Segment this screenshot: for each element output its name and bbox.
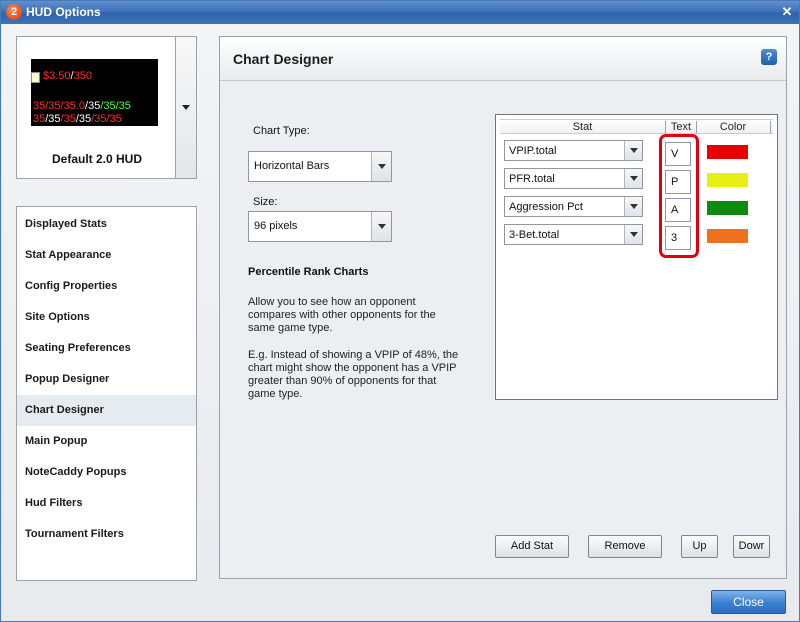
chart-stats-grid: Stat Text Color VPIP.total V PFR.total P (495, 114, 778, 400)
column-divider (770, 121, 771, 133)
sidebar-item-config-properties[interactable]: Config Properties (17, 271, 196, 302)
text-column-highlight (659, 134, 699, 258)
size-label: Size: (253, 196, 278, 208)
sidebar-item-seating-preferences[interactable]: Seating Preferences (17, 333, 196, 364)
page-title: Chart Designer (233, 51, 334, 67)
up-button[interactable]: Up (681, 535, 718, 558)
chart-designer-panel: Chart Designer ? Chart Type: Horizontal … (219, 36, 787, 579)
size-value: 96 pixels (254, 220, 298, 232)
sidebar-item-hud-filters[interactable]: Hud Filters (17, 488, 196, 519)
color-swatch-row-1[interactable] (707, 145, 748, 159)
hud-preview-line-1: $3.50/350 (43, 70, 92, 82)
column-header-text: Text (670, 121, 692, 133)
close-button[interactable]: Close (711, 590, 786, 614)
close-window-icon[interactable]: ✕ (779, 4, 795, 20)
chevron-down-icon (378, 164, 386, 169)
chart-type-value: Horizontal Bars (254, 160, 330, 172)
chevron-down-icon (630, 204, 638, 209)
panel-header: Chart Designer ? (220, 37, 786, 81)
hud-options-window: 2 HUD Options ✕ $3.50/350 35/35/35.0/35/… (0, 0, 800, 622)
column-header-stat: Stat (572, 121, 593, 133)
color-swatch-row-3[interactable] (707, 201, 748, 215)
window-title: HUD Options (26, 5, 101, 19)
sidebar-item-site-options[interactable]: Site Options (17, 302, 196, 333)
stat-dropdown-button[interactable] (624, 169, 642, 188)
sidebar-item-displayed-stats[interactable]: Displayed Stats (17, 209, 196, 240)
sidebar-item-notecaddy-popups[interactable]: NoteCaddy Popups (17, 457, 196, 488)
column-header-color: Color (719, 121, 747, 133)
chevron-down-icon (630, 232, 638, 237)
chevron-down-icon (630, 176, 638, 181)
hud-selector[interactable]: $3.50/350 35/35/35.0/35/35/35 35/35/35/3… (16, 36, 176, 179)
stat-select-row-4[interactable]: 3-Bet.total (504, 224, 643, 245)
chart-type-select[interactable]: Horizontal Bars (248, 151, 392, 182)
stat-dropdown-button[interactable] (624, 197, 642, 216)
color-swatch-row-4[interactable] (707, 229, 748, 243)
stat-dropdown-button[interactable] (624, 141, 642, 160)
chevron-down-icon (182, 105, 190, 110)
hud-preview-header (31, 50, 158, 59)
stat-select-row-3[interactable]: Aggression Pct (504, 196, 643, 217)
hud-preview-line-3: 35/35/35/35/35/35 (33, 113, 122, 125)
sidebar-item-popup-designer[interactable]: Popup Designer (17, 364, 196, 395)
sidebar-item-stat-appearance[interactable]: Stat Appearance (17, 240, 196, 271)
stat-value: PFR.total (509, 173, 555, 185)
title-bar: 2 HUD Options ✕ (1, 1, 799, 24)
chevron-down-icon (378, 224, 386, 229)
stat-value: VPIP.total (509, 145, 557, 157)
down-button[interactable]: Dowr (733, 535, 770, 558)
stat-value: Aggression Pct (509, 201, 583, 213)
hud-name: Default 2.0 HUD (51, 152, 143, 166)
chevron-down-icon (630, 148, 638, 153)
stat-select-row-2[interactable]: PFR.total (504, 168, 643, 189)
stat-dropdown-button[interactable] (624, 225, 642, 244)
hud-dropdown-button[interactable] (176, 36, 197, 179)
sidebar-nav: Displayed Stats Stat Appearance Config P… (16, 206, 197, 581)
add-stat-button[interactable]: Add Stat (495, 535, 569, 558)
app-icon: 2 (6, 4, 22, 20)
hud-preview-marker-icon (31, 72, 40, 83)
remove-button[interactable]: Remove (588, 535, 662, 558)
chart-type-dropdown-button[interactable] (371, 152, 391, 181)
size-select[interactable]: 96 pixels (248, 211, 392, 242)
color-swatch-row-2[interactable] (707, 173, 748, 187)
percentile-description: Allow you to see how an opponent compare… (248, 296, 436, 334)
size-dropdown-button[interactable] (371, 212, 391, 241)
chart-type-label: Chart Type: (253, 125, 310, 137)
stat-value: 3-Bet.total (509, 229, 560, 241)
percentile-heading: Percentile Rank Charts (248, 266, 369, 278)
sidebar-item-main-popup[interactable]: Main Popup (17, 426, 196, 457)
hud-preview-line-2: 35/35/35.0/35/35/35 (33, 100, 131, 112)
sidebar-item-tournament-filters[interactable]: Tournament Filters (17, 519, 196, 550)
stat-select-row-1[interactable]: VPIP.total (504, 140, 643, 161)
help-icon[interactable]: ? (761, 49, 777, 65)
grid-header: Stat Text Color (500, 119, 773, 134)
sidebar-item-chart-designer[interactable]: Chart Designer (17, 395, 196, 426)
percentile-example: E.g. Instead of showing a VPIP of 48%, t… (248, 349, 459, 400)
hud-preview-image: $3.50/350 35/35/35.0/35/35/35 35/35/35/3… (31, 50, 158, 126)
